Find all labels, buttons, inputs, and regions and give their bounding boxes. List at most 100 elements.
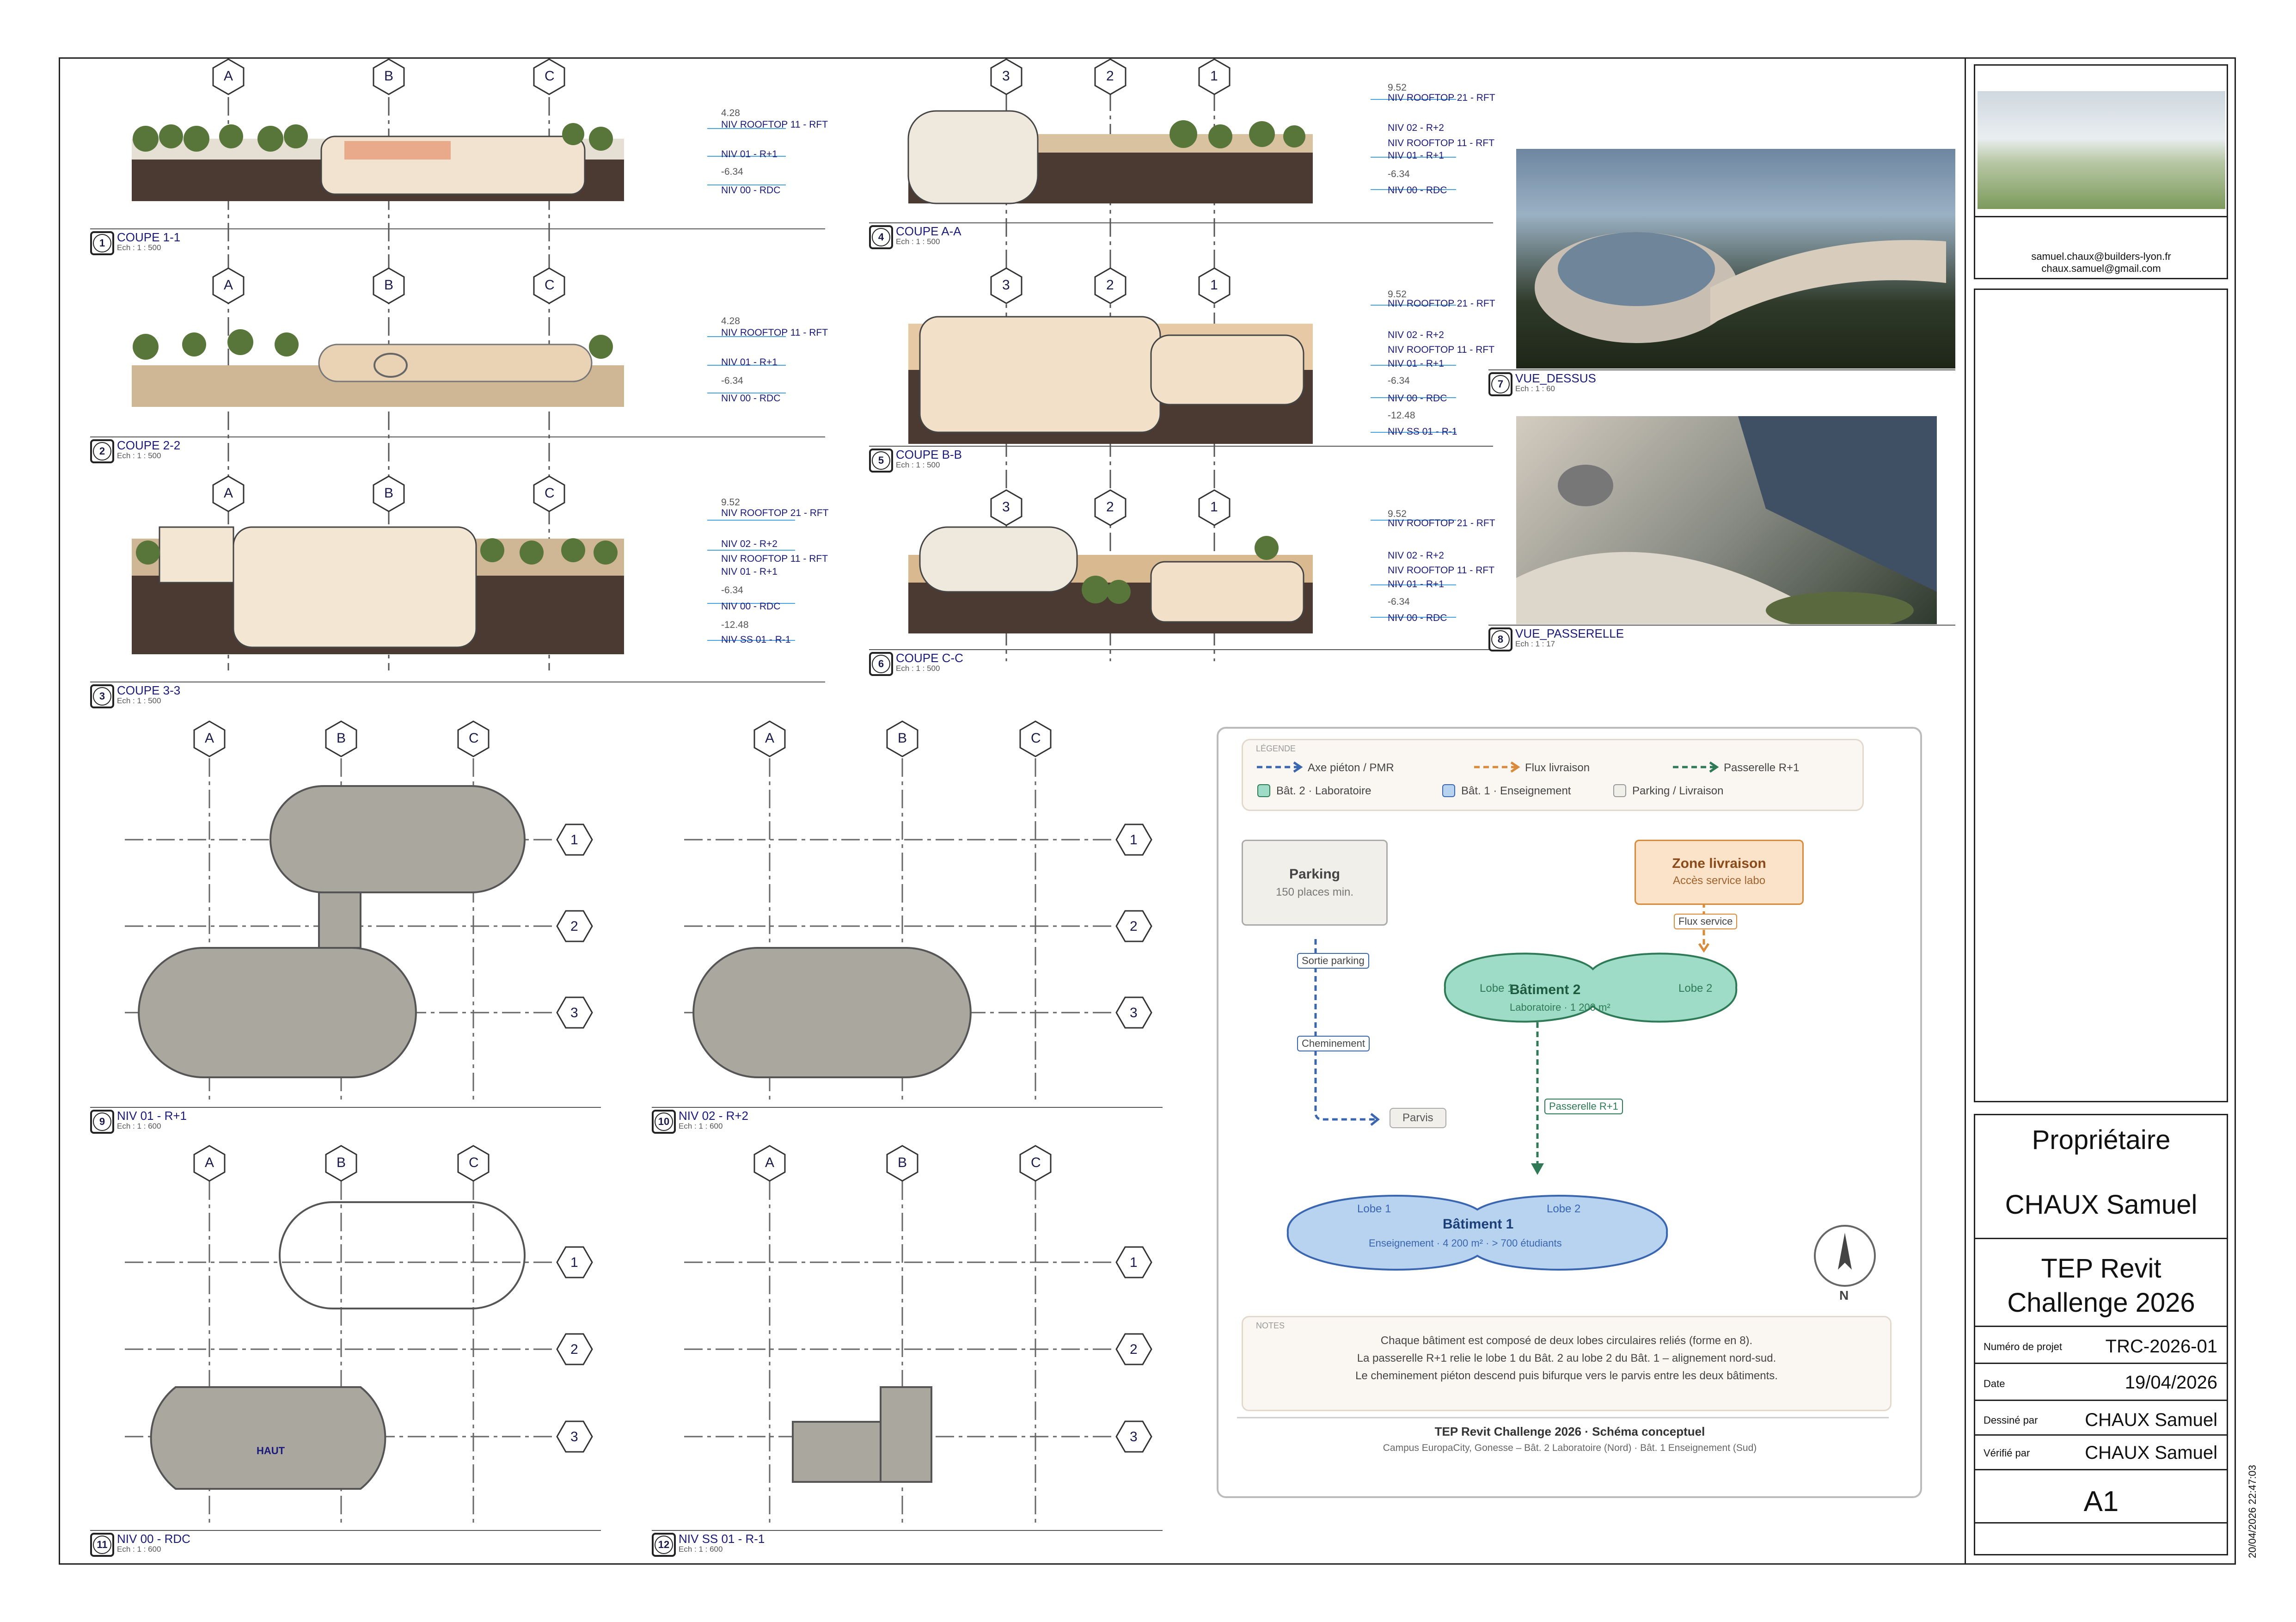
level-label: NIV 01 - R+1	[1388, 150, 1444, 161]
grid-label-c: C	[545, 277, 555, 293]
view-title-coupe-a-a: 4 COUPE A-A Ech : 1 : 500	[869, 225, 961, 249]
bat1-lobe2-label: Lobe 2	[1547, 1203, 1581, 1215]
view-scale: Ech : 1 : 600	[679, 1545, 723, 1554]
grid-label-3: 3	[570, 1005, 578, 1020]
level-label: NIV ROOFTOP 21 - RFT	[1388, 518, 1495, 528]
project-title-line1: TEP Revit	[2041, 1253, 2161, 1284]
level-label: NIV ROOFTOP 11 - RFT	[721, 119, 828, 130]
view-name: COUPE B-B	[896, 448, 962, 461]
diagram-footer-subtitle: Campus EuropaCity, Gonesse – Bât. 2 Labo…	[1383, 1443, 1757, 1453]
livraison-subtitle: Accès service labo	[1672, 874, 1766, 887]
level-label: NIV ROOFTOP 21 - RFT	[1388, 298, 1495, 309]
cheminement-label: Cheminement	[1297, 1036, 1370, 1051]
level-value: 9.52	[721, 497, 740, 508]
parking-title: Parking	[1289, 866, 1341, 882]
view-number: 5	[872, 451, 890, 470]
owner-label: Propriétaire	[2032, 1125, 2171, 1155]
level-label: NIV 01 - R+1	[1388, 358, 1444, 369]
view-title-niv02: 10 NIV 02 - R+2 Ech : 1 : 600	[652, 1110, 748, 1134]
grid-label-c: C	[545, 485, 555, 501]
bat2-title: Bâtiment 2	[1510, 982, 1581, 997]
notes-box: NOTES Chaque bâtiment est composé de deu…	[1242, 1316, 1892, 1411]
view-title-coupe-b-b: 5 COUPE B-B Ech : 1 : 500	[869, 449, 962, 473]
level-value: -6.34	[1388, 169, 1410, 179]
grid-label-1: 1	[1210, 68, 1218, 84]
view-name: VUE_DESSUS	[1515, 371, 1596, 385]
grid-label-2: 2	[1106, 277, 1114, 293]
parking-subtitle: 150 places min.	[1275, 886, 1354, 898]
project-title: TEP Revit Challenge 2026	[1975, 1252, 2227, 1320]
grid-label-c: C	[1031, 731, 1041, 746]
view-number: 7	[1491, 375, 1510, 393]
owner-name: CHAUX Samuel	[2005, 1190, 2198, 1220]
view-scale: Ech : 1 : 17	[1515, 639, 1555, 648]
project-thumbnail	[1978, 91, 2225, 209]
view-scale: Ech : 1 : 600	[117, 1545, 161, 1554]
level-label: NIV 01 - R+1	[721, 357, 778, 368]
level-value: 4.28	[721, 316, 740, 326]
bat2-lobe2-label: Lobe 2	[1678, 982, 1713, 995]
view-title-niv00: 11 NIV 00 - RDC Ech : 1 : 600	[90, 1533, 190, 1557]
sheet-number: A1	[2083, 1486, 2119, 1518]
level-label: NIV ROOFTOP 11 - RFT	[721, 553, 828, 564]
grid-label-a: A	[224, 68, 233, 84]
grid-label-c: C	[545, 68, 555, 84]
passerelle-label: Passerelle R+1	[1544, 1099, 1623, 1114]
view-number: 9	[93, 1112, 111, 1131]
view-number: 1	[93, 234, 111, 252]
bat1-lobe1-label: Lobe 1	[1357, 1203, 1391, 1215]
view-name: NIV 02 - R+2	[679, 1109, 749, 1123]
level-label: NIV SS 01 - R-1	[721, 634, 791, 645]
grid-label-b: B	[898, 731, 907, 746]
grid-label-1: 1	[1130, 1255, 1138, 1270]
grid-label-b: B	[384, 277, 394, 293]
grid-label-1: 1	[570, 1255, 578, 1270]
print-timestamp: 20/04/2026 22:47:03	[2247, 1465, 2258, 1558]
level-value: -6.34	[1388, 375, 1410, 386]
grid-label-3: 3	[1002, 277, 1010, 293]
project-title-line2: Challenge 2026	[2007, 1288, 2195, 1318]
view-number: 10	[655, 1112, 673, 1131]
view-name: NIV 00 - RDC	[117, 1532, 190, 1546]
title-block-blank	[1974, 289, 2228, 1102]
render-vue-dessus	[1516, 149, 1955, 369]
grid-label-a: A	[224, 277, 233, 293]
view-title-vue-dessus: 7 VUE_DESSUS Ech : 1 : 60	[1488, 372, 1596, 396]
view-name: COUPE A-A	[896, 224, 961, 238]
level-label: NIV 01 - R+1	[721, 149, 778, 160]
level-label: NIV 01 - R+1	[721, 566, 778, 577]
bat1-subtitle: Enseignement · 4 200 m² · > 700 étudiant…	[1369, 1237, 1562, 1249]
drawn-by-label: Dessiné par	[1984, 1414, 2038, 1426]
grid-label-1: 1	[1210, 277, 1218, 293]
sortie-parking-label: Sortie parking	[1297, 953, 1369, 969]
view-name: COUPE 3-3	[117, 683, 181, 697]
level-label: NIV 00 - RDC	[1388, 185, 1447, 196]
level-label: NIV ROOFTOP 11 - RFT	[1388, 344, 1495, 355]
diagram-footer: TEP Revit Challenge 2026 · Schéma concep…	[1218, 1425, 1921, 1454]
level-value: -6.34	[1388, 596, 1410, 607]
project-number-label: Numéro de projet	[1984, 1341, 2062, 1352]
level-value: -6.34	[721, 166, 743, 177]
level-value: -6.34	[721, 375, 743, 386]
grid-label-b: B	[384, 68, 394, 84]
level-value: -6.34	[721, 585, 743, 596]
grid-label-1: 1	[1130, 832, 1138, 848]
grid-label-b: B	[384, 485, 394, 501]
concept-diagram-panel: LÉGENDE Axe piéton / PMR Flux livraison …	[1217, 727, 1922, 1498]
view-title-coupe-3-3: 3 COUPE 3-3 Ech : 1 : 500	[90, 684, 180, 708]
grid-label-b: B	[898, 1155, 907, 1170]
grid-label-2: 2	[570, 1342, 578, 1357]
level-label: NIV 02 - R+2	[1388, 123, 1444, 133]
view-title-coupe-2-2: 2 COUPE 2-2 Ech : 1 : 500	[90, 439, 180, 463]
grid-label-2: 2	[1130, 919, 1138, 934]
grid-label-a: A	[205, 1155, 214, 1170]
drawn-by-value: CHAUX Samuel	[2085, 1410, 2217, 1430]
view-title-vue-passerelle: 8 VUE_PASSERELLE Ech : 1 : 17	[1488, 627, 1624, 651]
view-number: 12	[655, 1536, 673, 1554]
view-name: NIV SS 01 - R-1	[679, 1532, 765, 1546]
render-passerelle-illustration	[1516, 416, 1937, 629]
grid-label-a: A	[205, 731, 214, 746]
view-scale: Ech : 1 : 500	[117, 243, 161, 252]
level-value: -12.48	[1388, 410, 1415, 421]
grid-label-2: 2	[570, 919, 578, 934]
